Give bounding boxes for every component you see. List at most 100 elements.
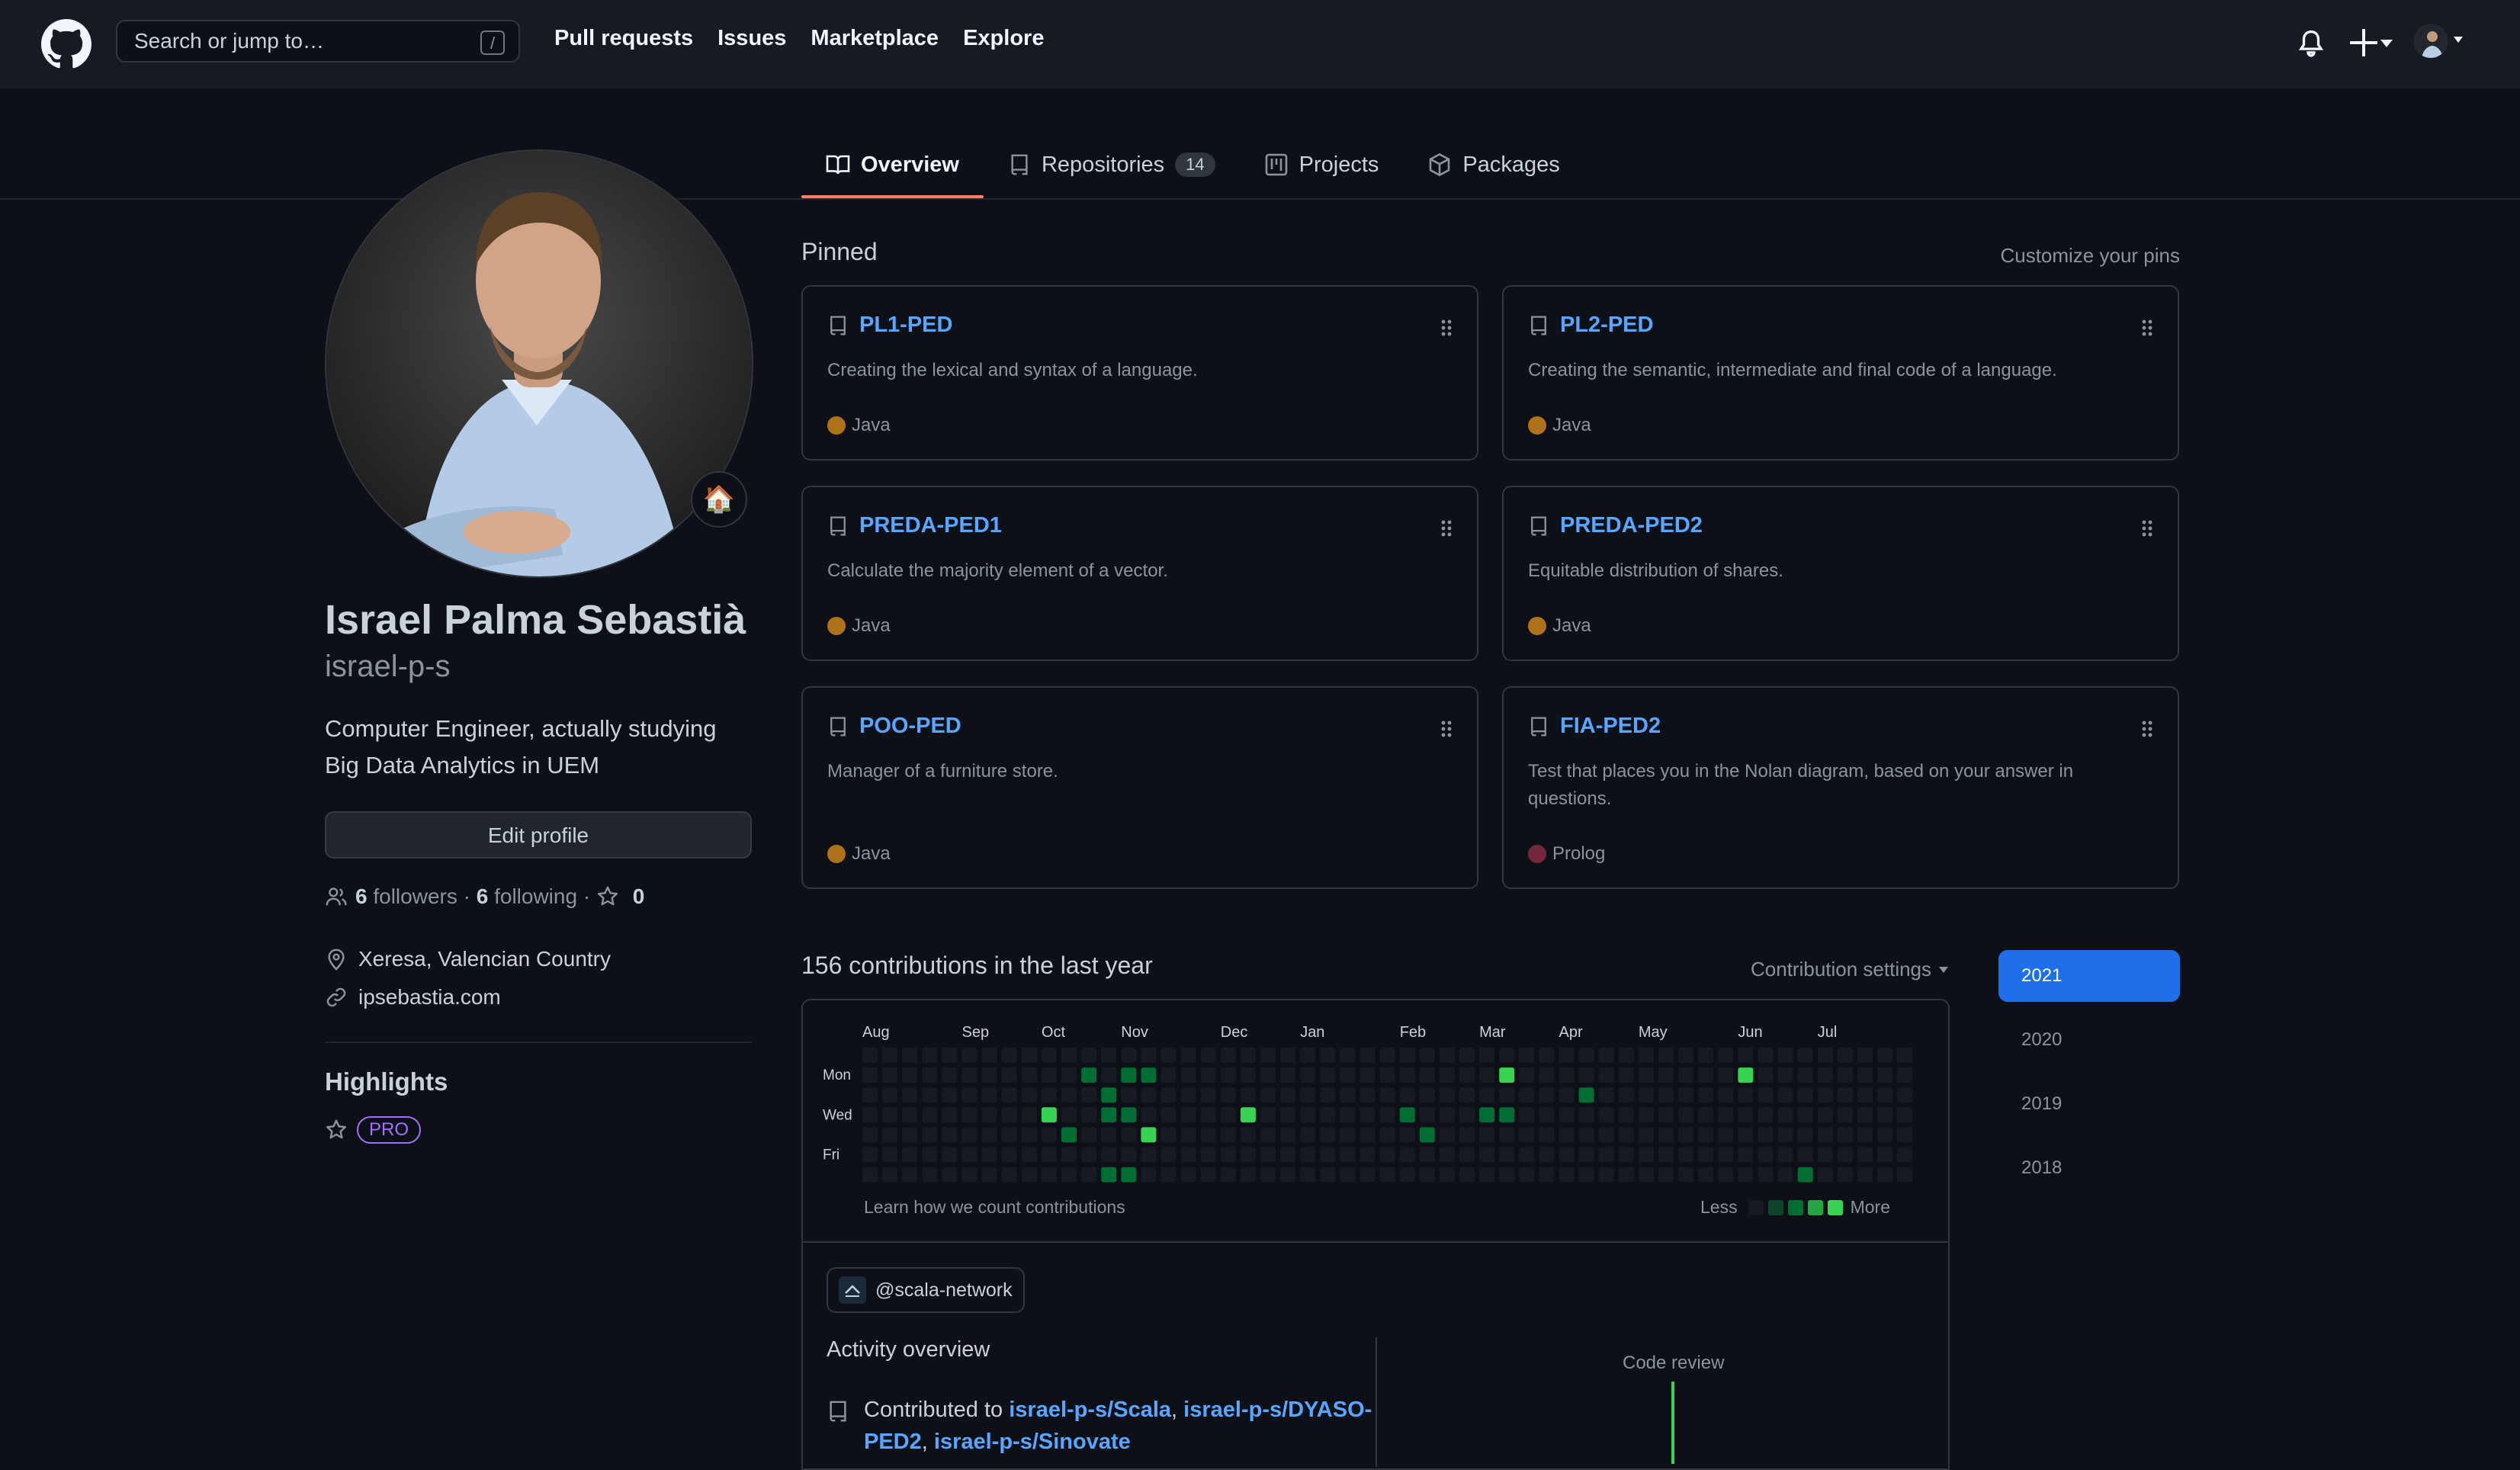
contribution-day[interactable] [1141,1167,1157,1183]
contribution-day[interactable] [1141,1048,1157,1063]
contribution-day[interactable] [942,1167,958,1183]
contribution-day[interactable] [1121,1107,1137,1123]
contribution-day[interactable] [1240,1048,1256,1063]
contribution-day[interactable] [1877,1107,1893,1123]
contribution-day[interactable] [1738,1087,1754,1103]
contribution-day[interactable] [1320,1147,1336,1163]
followers-count[interactable]: 6 [355,884,368,909]
contribution-day[interactable] [902,1167,918,1183]
contribution-day[interactable] [1658,1067,1674,1083]
contribution-day[interactable] [1021,1067,1037,1083]
contribution-day[interactable] [1897,1127,1913,1143]
contribution-day[interactable] [1718,1167,1734,1183]
contribution-day[interactable] [1598,1107,1614,1123]
contribution-day[interactable] [981,1147,997,1163]
contribution-day[interactable] [922,1147,938,1163]
contribution-day[interactable] [1718,1087,1734,1103]
contribution-day[interactable] [1499,1167,1515,1183]
contribution-day[interactable] [1160,1087,1177,1103]
contribution-day[interactable] [922,1048,938,1063]
contribution-day[interactable] [1340,1127,1356,1143]
contribution-day[interactable] [1200,1087,1216,1103]
contribution-day[interactable] [1419,1127,1435,1143]
contribution-day[interactable] [1837,1127,1853,1143]
contribution-day[interactable] [1499,1107,1515,1123]
contribution-day[interactable] [1101,1167,1117,1183]
contribution-day[interactable] [1320,1048,1336,1063]
contributed-repo-link[interactable]: israel-p-s/Scala [1009,1398,1171,1422]
contribution-day[interactable] [1539,1067,1555,1083]
contribution-day[interactable] [1280,1107,1296,1123]
contribution-day[interactable] [1539,1127,1555,1143]
contribution-day[interactable] [1021,1087,1037,1103]
contribution-day[interactable] [862,1167,878,1183]
contribution-day[interactable] [1041,1107,1057,1123]
contribution-day[interactable] [1121,1067,1137,1083]
contribution-day[interactable] [1698,1127,1714,1143]
contribution-day[interactable] [1001,1048,1017,1063]
contribution-day[interactable] [1817,1127,1833,1143]
contribution-day[interactable] [1459,1067,1475,1083]
contribution-day[interactable] [922,1107,938,1123]
contribution-day[interactable] [1877,1167,1893,1183]
contribution-day[interactable] [922,1167,938,1183]
contribution-day[interactable] [1320,1167,1336,1183]
contribution-day[interactable] [1220,1107,1236,1123]
contribution-day[interactable] [1758,1147,1774,1163]
contribution-day[interactable] [1320,1087,1336,1103]
contribution-day[interactable] [1877,1127,1893,1143]
contribution-day[interactable] [1399,1067,1415,1083]
contribution-day[interactable] [1439,1048,1455,1063]
contribution-day[interactable] [1340,1067,1356,1083]
contribution-day[interactable] [961,1087,978,1103]
contribution-day[interactable] [862,1087,878,1103]
contribution-day[interactable] [1021,1048,1037,1063]
following-count[interactable]: 6 [477,884,489,909]
contribution-day[interactable] [1340,1048,1356,1063]
contribution-day[interactable] [1698,1167,1714,1183]
nav-marketplace[interactable]: Marketplace [811,26,939,51]
contribution-day[interactable] [1519,1067,1535,1083]
contribution-day[interactable] [1041,1147,1057,1163]
contribution-day[interactable] [1141,1147,1157,1163]
contribution-day[interactable] [961,1107,978,1123]
contribution-day[interactable] [1658,1167,1674,1183]
contribution-day[interactable] [1559,1107,1575,1123]
contribution-day[interactable] [1738,1147,1754,1163]
contribution-day[interactable] [1081,1048,1097,1063]
contribution-day[interactable] [961,1127,978,1143]
contribution-day[interactable] [1220,1067,1236,1083]
contribution-day[interactable] [1499,1087,1515,1103]
contribution-day[interactable] [1300,1147,1316,1163]
contribution-day[interactable] [1678,1127,1694,1143]
contribution-day[interactable] [1061,1048,1077,1063]
contribution-day[interactable] [1280,1167,1296,1183]
drag-handle-icon[interactable] [1439,518,1454,539]
contribution-day[interactable] [1738,1167,1754,1183]
pinned-repo-name[interactable]: PL1-PED [859,313,952,338]
contribution-day[interactable] [1618,1147,1634,1163]
contribution-day[interactable] [1837,1087,1853,1103]
contribution-day[interactable] [1320,1107,1336,1123]
drag-handle-icon[interactable] [2140,317,2155,339]
contribution-day[interactable] [1598,1127,1614,1143]
contribution-day[interactable] [1160,1147,1177,1163]
contribution-day[interactable] [1399,1087,1415,1103]
contribution-day[interactable] [942,1127,958,1143]
contribution-day[interactable] [1021,1147,1037,1163]
contribution-day[interactable] [1479,1087,1495,1103]
contribution-day[interactable] [1777,1107,1793,1123]
contribution-day[interactable] [1180,1087,1196,1103]
tab-projects[interactable]: Projects [1240,131,1404,198]
contribution-day[interactable] [1559,1167,1575,1183]
contribution-day[interactable] [961,1147,978,1163]
contribution-day[interactable] [1399,1147,1415,1163]
contribution-day[interactable] [1618,1087,1634,1103]
contribution-day[interactable] [1598,1087,1614,1103]
contribution-day[interactable] [882,1087,898,1103]
contribution-day[interactable] [1559,1147,1575,1163]
contribution-day[interactable] [1578,1147,1594,1163]
contribution-day[interactable] [882,1167,898,1183]
contribution-day[interactable] [1479,1147,1495,1163]
contribution-day[interactable] [1001,1167,1017,1183]
